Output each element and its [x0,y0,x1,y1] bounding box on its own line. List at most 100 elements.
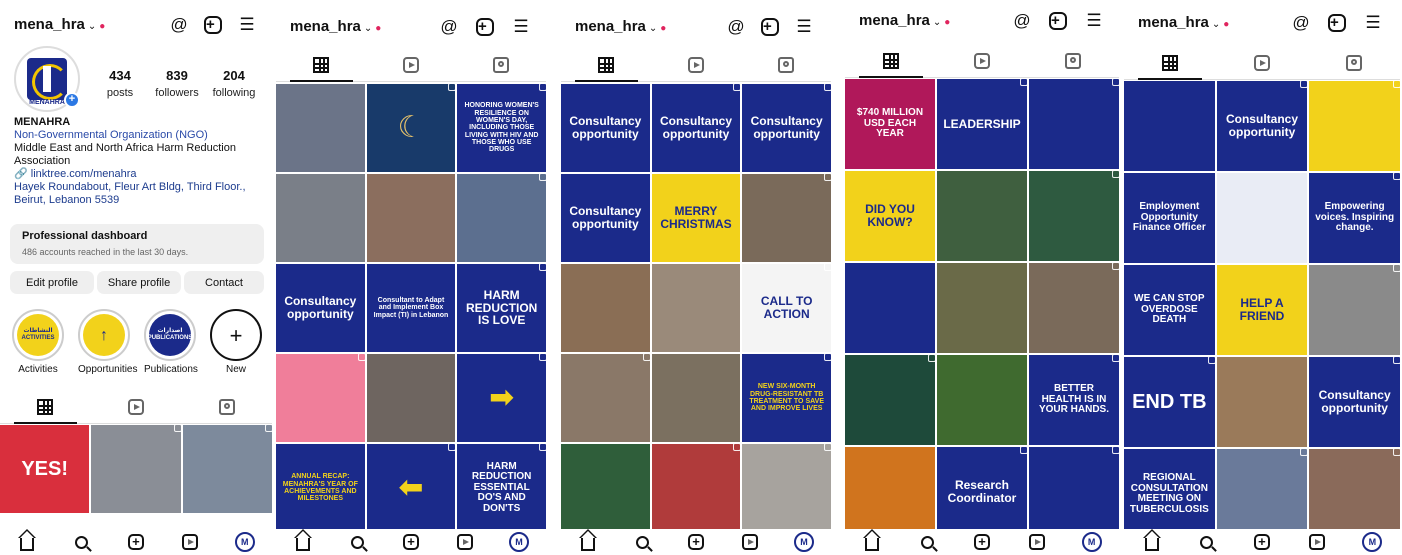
post-tile[interactable] [1309,81,1400,171]
post-tile[interactable] [937,171,1027,261]
nav-reels[interactable] [1306,531,1328,553]
professional-dashboard[interactable]: Professional dashboard 486 accounts reac… [10,224,264,264]
nav-create[interactable]: + [125,531,147,553]
post-tile[interactable] [561,354,650,442]
profile-avatar[interactable]: MENAHRA + [14,46,80,112]
nav-reels[interactable] [454,531,476,553]
bio-link[interactable]: 🔗 linktree.com/menahra [14,168,264,181]
post-tile[interactable] [1029,447,1119,537]
post-tile[interactable]: Research Coordinator [937,447,1027,537]
highlight-opportunities[interactable]: ↑ Opportunities [78,309,137,375]
add-icon[interactable]: + [202,14,224,36]
nav-profile[interactable]: M [1081,531,1103,553]
nav-home[interactable] [16,529,38,553]
post-tile[interactable]: ➡ [457,354,546,442]
username-switcher[interactable]: mena_hra ⌄ ● [1138,14,1229,31]
post-tile[interactable] [276,354,365,442]
post-tile[interactable] [845,447,935,537]
tab-reels[interactable] [366,48,456,81]
post-tile[interactable] [366,354,456,442]
post-tile[interactable]: HARM REDUCTION IS LOVE [457,264,546,352]
post-tile[interactable] [742,174,831,262]
post-tile[interactable]: Consultancy opportunity [276,264,365,352]
post-tile[interactable]: NEW SIX-MONTH DRUG-RESISTANT TB TREATMEN… [742,354,831,442]
post-tile[interactable]: HARM REDUCTION ESSENTIAL DO'S AND DON'TS [457,444,546,532]
nav-create[interactable]: + [971,531,993,553]
profile-category[interactable]: Non-Governmental Organization (NGO) [14,129,264,142]
post-tile[interactable]: BETTER HEALTH IS IN YOUR HANDS. [1029,355,1119,445]
threads-icon[interactable]: @ [1011,10,1033,32]
nav-profile[interactable]: M [793,531,815,553]
post-tile[interactable]: WE CAN STOP OVERDOSE DEATH [1124,265,1215,355]
post-tile[interactable] [1216,173,1308,263]
post-tile[interactable]: Consultancy opportunity [561,84,650,172]
highlight-new[interactable]: + New [210,309,262,375]
nav-create[interactable]: + [685,531,707,553]
nav-search[interactable] [916,531,938,553]
post-tile[interactable]: Consultancy opportunity [561,174,650,262]
tab-posts[interactable] [0,390,91,424]
edit-profile-button[interactable]: Edit profile [10,271,94,294]
add-story-icon[interactable]: + [64,92,80,108]
post-tile[interactable]: Consultancy opportunity [1309,357,1400,447]
post-tile[interactable] [1029,263,1119,353]
post-tile[interactable]: Empowering voices. Inspiring change. [1309,173,1400,263]
post-tile[interactable]: Consultancy opportunity [651,84,741,172]
nav-profile[interactable]: M [234,531,256,553]
post-tile[interactable]: HONORING WOMEN'S RESILIENCE ON WOMEN'S D… [457,84,546,172]
post-tile[interactable] [561,444,650,532]
post-tile[interactable] [1216,357,1308,447]
tab-reels[interactable] [936,44,1027,77]
followers-count[interactable]: 839 followers [147,68,207,101]
post-tile[interactable]: Consultancy opportunity [1216,81,1308,171]
post-tile[interactable]: DID YOU KNOW? [845,171,935,261]
post-tile[interactable]: CALL TO ACTION [742,264,831,352]
tab-reels[interactable] [651,48,741,81]
threads-icon[interactable]: @ [168,14,190,36]
menu-icon[interactable]: ☰ [1083,10,1105,32]
username-switcher[interactable]: mena_hra ⌄ ● [575,18,666,35]
post-tile[interactable] [742,444,831,532]
tab-reels[interactable] [91,390,182,423]
post-tile[interactable] [937,355,1027,445]
tab-posts[interactable] [845,44,936,78]
post-tile[interactable] [276,174,365,262]
tab-posts[interactable] [561,48,651,82]
menu-icon[interactable]: ☰ [236,14,258,36]
post-tile[interactable] [182,425,272,513]
menu-icon[interactable]: ☰ [793,16,815,38]
menu-icon[interactable]: ☰ [1362,12,1384,34]
post-tile[interactable] [457,174,546,262]
tab-posts[interactable] [1124,46,1216,80]
nav-home[interactable] [861,529,883,553]
highlight-activities[interactable]: النشاطات ACTIVITIES Activities [12,309,64,375]
nav-create[interactable]: + [1251,531,1273,553]
post-tile[interactable]: ☾ [366,84,456,172]
username-switcher[interactable]: mena_hra ⌄ ● [14,16,105,33]
nav-search[interactable] [631,531,653,553]
post-tile[interactable] [651,444,741,532]
posts-count[interactable]: 434 posts [90,68,150,101]
post-tile[interactable] [651,354,741,442]
share-profile-button[interactable]: Share profile [97,271,181,294]
post-tile[interactable]: Consultancy opportunity [742,84,831,172]
username-switcher[interactable]: mena_hra ⌄ ● [290,18,381,35]
add-icon[interactable]: + [474,16,496,38]
nav-search[interactable] [346,531,368,553]
nav-reels[interactable] [739,531,761,553]
post-tile[interactable] [937,263,1027,353]
post-tile[interactable]: Employment Opportunity Finance Officer [1124,173,1215,263]
nav-profile[interactable]: M [508,531,530,553]
nav-search[interactable] [71,531,93,553]
profile-address[interactable]: Hayek Roundabout, Fleur Art Bldg, Third … [14,181,264,207]
post-tile[interactable] [1216,449,1308,539]
add-icon[interactable]: + [759,16,781,38]
tab-tagged[interactable] [1308,46,1400,79]
post-tile[interactable] [561,264,650,352]
post-tile[interactable] [1029,171,1119,261]
tab-tagged[interactable] [456,48,546,81]
tab-posts[interactable] [276,48,366,82]
post-tile[interactable]: ANNUAL RECAP: MENAHRA'S YEAR OF ACHIEVEM… [276,444,365,532]
following-count[interactable]: 204 following [204,68,264,101]
post-tile[interactable] [91,425,181,513]
